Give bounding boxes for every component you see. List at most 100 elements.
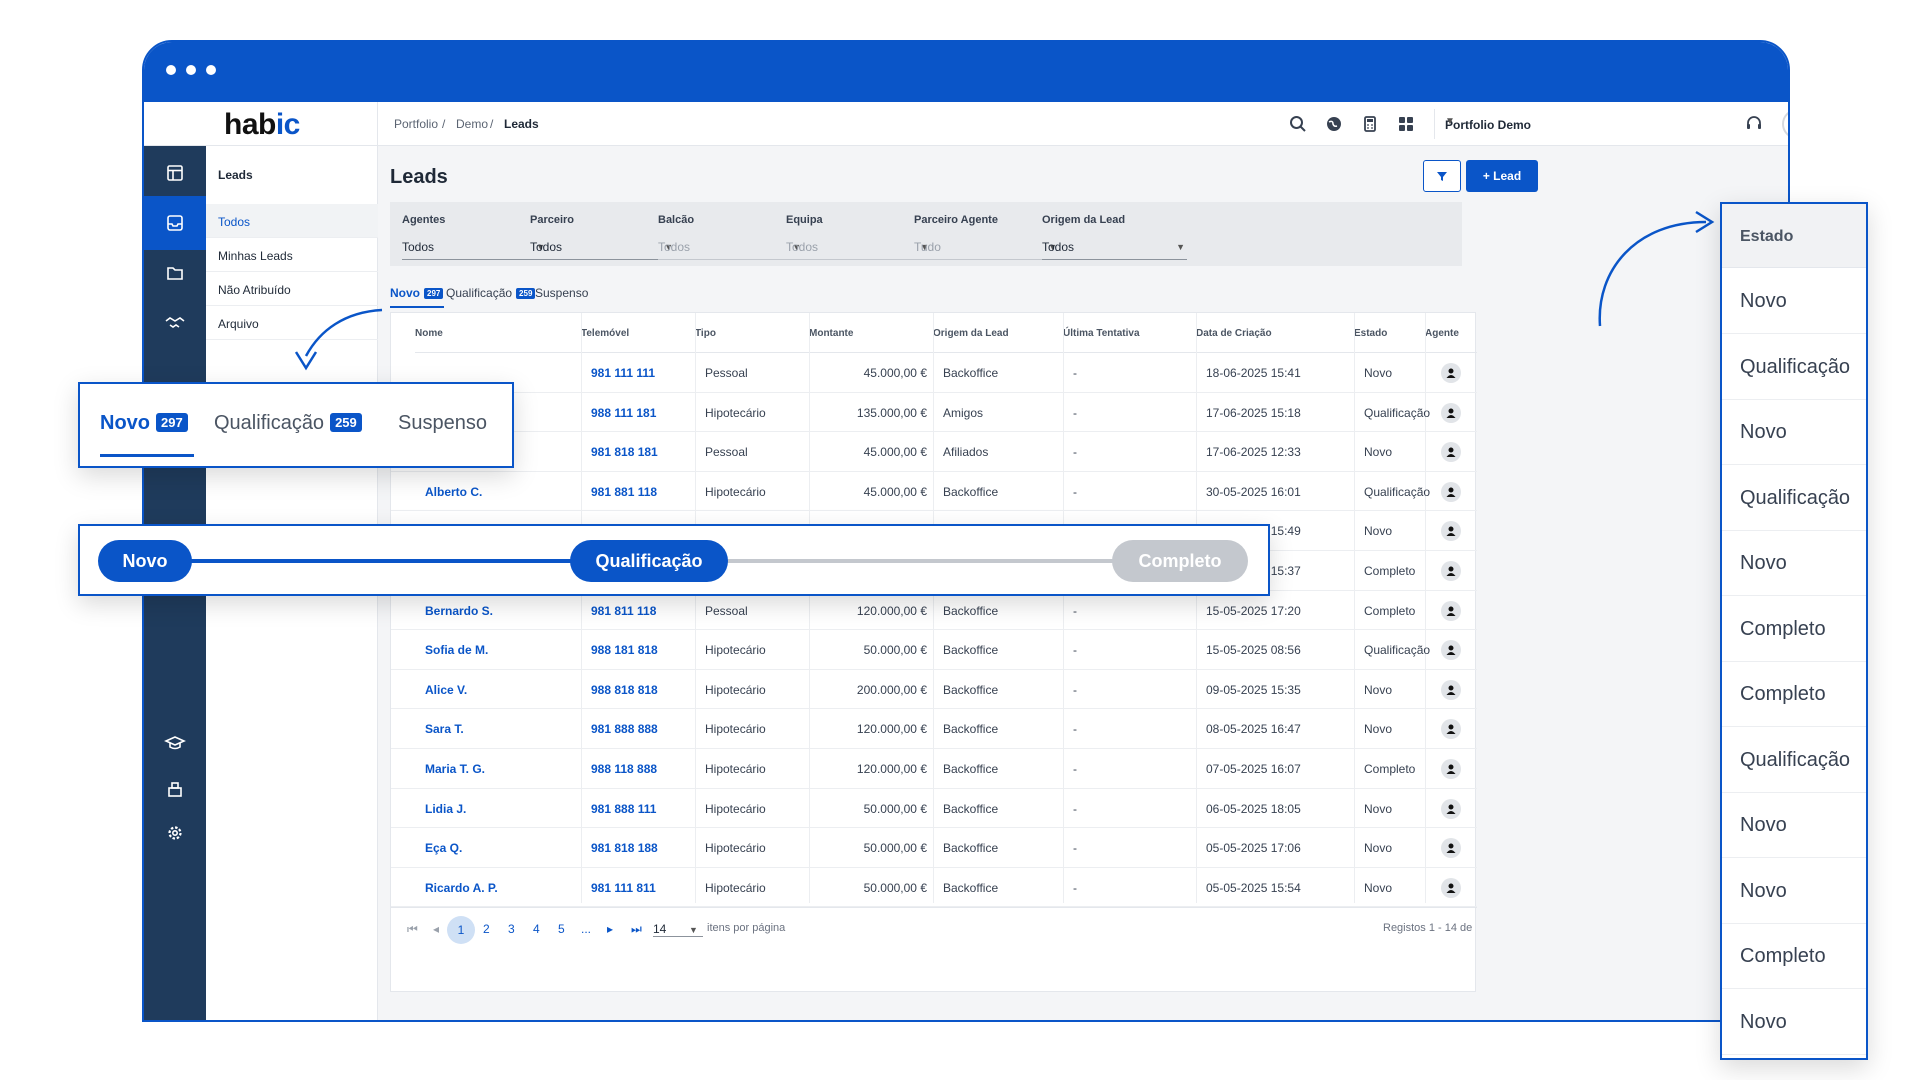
phone-link[interactable]: 988 181 818 [581,643,658,657]
agent-avatar-icon[interactable] [1441,798,1461,819]
agent-avatar-icon[interactable] [1441,719,1461,740]
rail-item-dashboard[interactable] [144,146,206,200]
rail-item-leads[interactable] [144,196,206,250]
phone-link[interactable]: 981 888 888 [581,722,658,736]
search-icon[interactable] [1288,114,1308,134]
phone-link[interactable]: 981 818 181 [581,445,658,459]
phone-link[interactable]: 981 888 111 [581,802,656,816]
column-header-montante[interactable]: Montante [809,313,933,353]
column-header-tipo[interactable]: Tipo [695,313,809,353]
lead-name-link[interactable]: Sofia de M. [415,643,488,657]
page-number[interactable]: 5 [558,922,565,936]
tab-qualificacao[interactable]: Qualificação 259 [446,286,536,300]
table-row[interactable]: Luís C.981 818 181Pessoal45.000,00 €Afil… [391,432,1477,472]
callout-tab-qualificacao[interactable]: Qualificação 259 [214,412,362,435]
subnav-item-minhas-leads[interactable]: Minhas Leads [206,238,378,272]
lead-name-link[interactable]: Alice V. [415,683,467,697]
rail-item-partners[interactable] [144,296,206,350]
portfolio-select[interactable]: Portfolio Demo ▼ [1434,109,1684,139]
column-header-ultima-tentativa[interactable]: Última Tentativa [1063,313,1196,353]
phone-link[interactable]: 981 818 188 [581,841,658,855]
agent-avatar-icon[interactable] [1441,481,1461,502]
column-header-agente[interactable]: Agente [1425,313,1477,353]
rail-item-settings[interactable] [144,806,206,860]
phone-link[interactable]: 988 818 818 [581,683,658,697]
callout-tab-novo[interactable]: Novo 297 [100,412,188,435]
column-header-nome[interactable]: Nome [415,313,581,353]
step-novo[interactable]: Novo [98,540,192,582]
filter-button[interactable] [1423,160,1461,192]
tab-suspenso[interactable]: Suspenso [535,286,588,300]
table-row[interactable]: 988 111 181 Hipotecário 135.000,00 € Amigos… [391,393,1477,433]
phone-link[interactable]: 981 881 118 [581,485,657,499]
phone-link[interactable]: 988 111 181 [581,406,656,420]
first-page-icon[interactable]: ⏮ [407,922,418,937]
rail-item-folders[interactable] [144,246,206,300]
page-number-current[interactable]: 1 [447,916,475,944]
headset-support-icon[interactable] [1744,114,1764,134]
filter-equipa-select[interactable]: Todos ▼ [786,238,931,260]
calculator-icon[interactable] [1360,114,1380,134]
lead-name-link[interactable]: Maria T. G. [415,762,485,776]
agent-avatar-icon[interactable] [1441,759,1461,779]
table-row[interactable]: Eça Q. 981 818 188 Hipotecário 50.000,00 € B… [391,828,1477,868]
agent-avatar-icon[interactable] [1441,442,1461,463]
apps-grid-icon[interactable] [1396,114,1416,134]
table-row[interactable]: Maria T. G. 988 118 888 Hipotecário 120.000… [391,749,1477,789]
phone-link[interactable]: 988 118 888 [581,762,657,776]
tab-novo[interactable]: Novo 297 [390,286,444,300]
lead-name-link[interactable]: Eça Q. [415,841,462,855]
table-row[interactable]: Alice V. 988 818 818 Hipotecário 200.000,00… [391,670,1477,710]
prev-page-icon[interactable]: ◂ [433,922,439,936]
breadcrumb-demo[interactable]: Demo [456,117,488,131]
table-row[interactable]: 981 111 111 Pessoal 45.000,00 € Backoffice -… [391,353,1477,393]
agent-avatar-icon[interactable] [1441,600,1461,621]
column-header-origem[interactable]: Origem da Lead [933,313,1063,353]
lead-name-link[interactable]: Alberto C. [415,485,482,499]
step-completo[interactable]: Completo [1112,540,1248,582]
table-row[interactable]: Sofia de M. 988 181 818 Hipotecário 50.000,… [391,630,1477,670]
filter-parceiro-agente-select[interactable]: Tudo ▼ [914,238,1059,260]
agent-avatar-icon[interactable] [1441,521,1461,542]
phone-link[interactable]: 981 811 118 [581,604,656,618]
table-row[interactable]: Lidia J. 981 888 111 Hipotecário 50.000,00 … [391,789,1477,829]
agent-avatar-icon[interactable] [1441,838,1461,859]
column-header-data-criacao[interactable]: Data de Criação [1196,313,1354,353]
table-row[interactable]: Bernardo S. 981 811 118 Pessoal 120.000,00 … [391,591,1477,631]
agent-avatar-icon[interactable] [1441,640,1461,661]
page-ellipsis[interactable]: ... [581,922,591,936]
agent-avatar-icon[interactable] [1441,679,1461,700]
lead-name-link[interactable]: Bernardo S. [415,604,493,618]
phone-link[interactable]: 981 111 111 [581,366,655,380]
page-number[interactable]: 3 [508,922,515,936]
table-row[interactable]: Ricardo A. P. 981 111 811 Hipotecário 50.00… [391,868,1477,908]
add-lead-button[interactable]: + Lead [1466,160,1538,192]
column-header-telemovel[interactable]: Telemóvel [581,313,695,353]
step-qualificacao[interactable]: Qualificação [570,540,728,582]
page-number[interactable]: 4 [533,922,540,936]
globe-icon[interactable] [1324,114,1344,134]
agent-avatar-icon[interactable] [1441,561,1461,581]
callout-tab-suspenso[interactable]: Suspenso [398,412,487,435]
agent-avatar-icon[interactable] [1441,877,1461,898]
phone-link[interactable]: 981 111 811 [581,881,656,895]
last-page-icon[interactable]: ⏭ [631,922,642,937]
next-page-icon[interactable]: ▸ [607,922,613,936]
agent-avatar-icon[interactable] [1441,363,1461,383]
lead-name-link[interactable]: Sara T. [415,722,464,736]
user-avatar[interactable]: HB [1782,109,1788,139]
table-row[interactable]: Alberto C. 981 881 118 Hipotecário 45.000,0… [391,472,1477,512]
agent-avatar-icon[interactable] [1441,402,1461,423]
filter-balcao-select[interactable]: Todos ▼ [658,238,803,260]
habic-logo[interactable]: habic [224,108,300,142]
lead-name-link[interactable]: Ricardo A. P. [415,881,498,895]
column-header-estado[interactable]: Estado [1354,313,1425,353]
filter-parceiro-select[interactable]: Todos ▼ [530,238,675,260]
subnav-item-todos[interactable]: Todos [206,204,378,238]
breadcrumb-portfolio[interactable]: Portfolio [394,117,438,131]
table-row[interactable]: Sara T. 981 888 888 Hipotecário 120.000,00 … [391,709,1477,749]
lead-name-link[interactable]: Lidia J. [415,802,466,816]
filter-origem-select[interactable]: Todos ▼ [1042,238,1187,260]
page-number[interactable]: 2 [483,922,490,936]
filter-agentes-select[interactable]: Todos ▼ [402,238,547,260]
